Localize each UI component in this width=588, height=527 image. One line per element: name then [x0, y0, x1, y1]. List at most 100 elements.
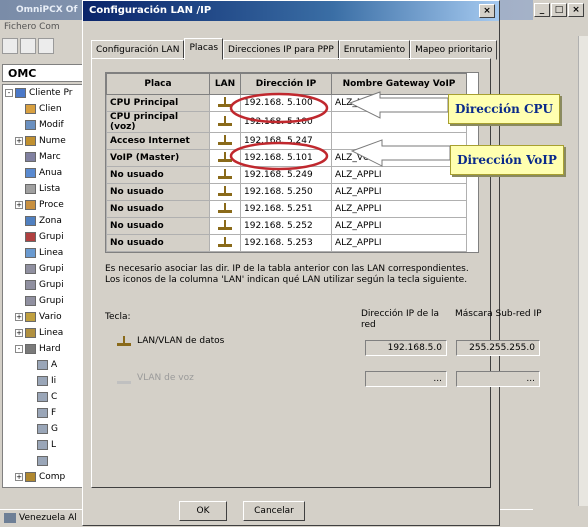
expand-icon[interactable]: +	[15, 201, 23, 209]
tree-item[interactable]: Marc	[3, 149, 83, 165]
tab-direcciones-ip-ppp[interactable]: Direcciones IP para PPP	[223, 40, 339, 60]
tree-item[interactable]: + Linea	[3, 325, 83, 341]
cell-gateway-name[interactable]: ALZ_VOIP1	[331, 149, 467, 167]
tree-item[interactable]: A	[3, 357, 83, 373]
column-header-placa[interactable]: Placa	[106, 73, 210, 95]
table-row[interactable]: Acceso Internet 192.168. 5.247	[106, 132, 467, 150]
cell-gateway-name[interactable]: ALZ_APPLI	[331, 234, 467, 252]
tree-item[interactable]: F	[3, 405, 83, 421]
cell-lan[interactable]	[209, 183, 241, 201]
tree-item[interactable]: Lista	[3, 181, 83, 197]
column-header-lan[interactable]: LAN	[209, 73, 241, 95]
cell-lan[interactable]	[209, 234, 241, 252]
open-file-icon[interactable]	[20, 38, 36, 54]
cell-gateway-name[interactable]: ALZ_APPLI	[331, 200, 467, 218]
cancel-button[interactable]: Cancelar	[243, 501, 305, 521]
tree-item-label: Zona	[39, 216, 62, 226]
cell-ip-address[interactable]: 192.168. 5.251	[240, 200, 332, 218]
lan-data-mask-field[interactable]: 255.255.255.0	[456, 340, 540, 356]
table-row[interactable]: No usuado 192.168. 5.249 ALZ_APPLI	[106, 166, 467, 184]
expand-icon[interactable]: +	[15, 473, 23, 481]
minimize-button[interactable]: _	[534, 3, 550, 17]
cell-gateway-name[interactable]	[331, 132, 467, 150]
vertical-scrollbar[interactable]	[578, 36, 588, 506]
tab-configuracion-lan[interactable]: Configuración LAN	[91, 40, 185, 60]
cell-ip-address[interactable]: 192.168. 5.252	[240, 217, 332, 235]
table-row[interactable]: VoIP (Master) 192.168. 5.101 ALZ_VOIP1	[106, 149, 467, 167]
cell-lan[interactable]	[209, 166, 241, 184]
tree-item[interactable]: Linea	[3, 245, 83, 261]
cell-lan[interactable]	[209, 111, 241, 133]
save-icon[interactable]	[38, 38, 54, 54]
cell-lan[interactable]	[209, 200, 241, 218]
tree-item[interactable]: Anua	[3, 165, 83, 181]
tree-item[interactable]: + Nume	[3, 133, 83, 149]
cell-gateway-name[interactable]: ALZ_APPLI	[331, 166, 467, 184]
expand-icon[interactable]: +	[15, 137, 23, 145]
cell-lan[interactable]	[209, 217, 241, 235]
tab-enrutamiento[interactable]: Enrutamiento	[338, 40, 411, 60]
lan-data-ip-field[interactable]: 192.168.5.0	[365, 340, 447, 356]
tree-item[interactable]: + Comp	[3, 469, 83, 485]
tree-item[interactable]: +Distri	[3, 485, 83, 487]
tree-item[interactable]: + Proce	[3, 197, 83, 213]
tree-item[interactable]: Grupi	[3, 277, 83, 293]
close-button[interactable]: ×	[568, 3, 584, 17]
table-row[interactable]: No usuado 192.168. 5.253 ALZ_APPLI	[106, 234, 467, 252]
table-row[interactable]: No usuado 192.168. 5.251 ALZ_APPLI	[106, 200, 467, 218]
tree-item[interactable]: Clien	[3, 101, 83, 117]
background-menu-bar[interactable]: Fichero Com	[0, 22, 84, 36]
collapse-icon[interactable]: -	[5, 89, 13, 97]
tree-item[interactable]	[3, 453, 83, 469]
dialog-close-button[interactable]: ×	[479, 4, 495, 18]
tab-placas[interactable]: Placas	[184, 38, 224, 60]
outer-window-buttons: _ □ ×	[534, 3, 584, 17]
cell-ip-address[interactable]: 192.168. 5.249	[240, 166, 332, 184]
tab-mapeo-prioritario[interactable]: Mapeo prioritario	[410, 40, 498, 60]
new-file-icon[interactable]	[2, 38, 18, 54]
tree-item[interactable]: - Cliente Pr	[3, 85, 83, 101]
tree-item[interactable]: + Vario	[3, 309, 83, 325]
cell-ip-address[interactable]: 192.168. 5.253	[240, 234, 332, 252]
vlan-voz-ip-field[interactable]: ...	[365, 371, 447, 387]
cell-ip-address[interactable]: 192.168. 5.100	[240, 111, 332, 133]
column-header-ip[interactable]: Dirección IP	[240, 73, 332, 95]
cell-gateway-name[interactable]: ALZ_MAIN	[331, 94, 467, 112]
tree-item[interactable]: Grupi	[3, 229, 83, 245]
maximize-button[interactable]: □	[551, 3, 567, 17]
vlan-voz-mask-field[interactable]: ...	[456, 371, 540, 387]
expand-icon[interactable]: +	[15, 329, 23, 337]
table-row[interactable]: No usuado 192.168. 5.250 ALZ_APPLI	[106, 183, 467, 201]
tree-item[interactable]: Modif	[3, 117, 83, 133]
table-row[interactable]: No usuado 192.168. 5.252 ALZ_APPLI	[106, 217, 467, 235]
tree-item[interactable]: C	[3, 389, 83, 405]
tree-item[interactable]: Grupi	[3, 261, 83, 277]
tree-item[interactable]: Grupi	[3, 293, 83, 309]
cell-ip-address[interactable]: 192.168. 5.247	[240, 132, 332, 150]
tree-item[interactable]: G	[3, 421, 83, 437]
cell-lan[interactable]	[209, 94, 241, 112]
tree-item[interactable]: Zona	[3, 213, 83, 229]
table-row[interactable]: CPU Principal 192.168. 5.100 ALZ_MAIN	[106, 94, 467, 112]
cell-lan[interactable]	[209, 132, 241, 150]
cell-gateway-name[interactable]: ALZ_APPLI	[331, 183, 467, 201]
tree-item[interactable]: Ii	[3, 373, 83, 389]
table-row[interactable]: CPU principal (voz) 192.168. 5.100	[106, 111, 467, 133]
collapse-icon[interactable]: -	[15, 345, 23, 353]
tree-node-icon	[25, 136, 36, 146]
cell-gateway-name[interactable]: ALZ_APPLI	[331, 217, 467, 235]
tree-item[interactable]: - Hard	[3, 341, 83, 357]
ok-button[interactable]: OK	[179, 501, 227, 521]
navigation-tree[interactable]: - Cliente Pr Clien Modif + Nume Marc Anua Lista +…	[2, 84, 84, 488]
tree-node-icon	[25, 200, 36, 210]
cell-ip-address[interactable]: 192.168. 5.100	[240, 94, 332, 112]
cell-ip-address[interactable]: 192.168. 5.250	[240, 183, 332, 201]
expand-icon[interactable]: +	[15, 313, 23, 321]
column-header-gateway[interactable]: Nombre Gateway VoIP	[331, 73, 467, 95]
tree-item[interactable]: L	[3, 437, 83, 453]
cell-lan[interactable]	[209, 149, 241, 167]
cell-ip-address[interactable]: 192.168. 5.101	[240, 149, 332, 167]
cell-gateway-name[interactable]	[331, 111, 467, 133]
